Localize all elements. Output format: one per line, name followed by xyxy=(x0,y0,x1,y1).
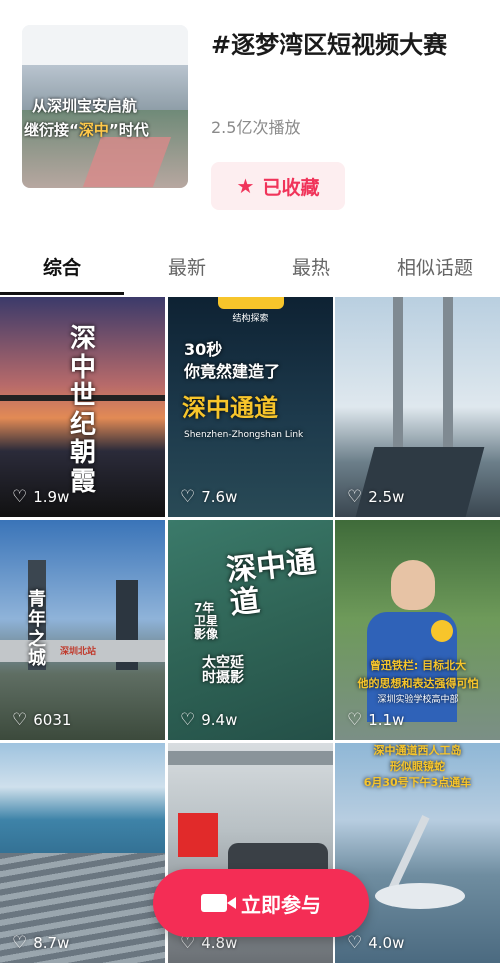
video-overlay-text: 太空延时摄影 xyxy=(202,655,244,687)
like-count-value: 8.7w xyxy=(33,934,70,952)
channel-badge xyxy=(218,297,284,309)
topic-title: #逐梦湾区短视频大赛 xyxy=(211,31,448,59)
like-count: ♡ 1.9w xyxy=(12,487,69,507)
elevated-road xyxy=(168,751,333,765)
microphone xyxy=(431,620,453,642)
heart-icon: ♡ xyxy=(347,933,363,953)
like-count: ♡ 8.7w xyxy=(12,933,69,953)
like-count: ♡ 6031 xyxy=(12,710,71,730)
favorite-label: 已收藏 xyxy=(262,176,320,199)
tab-comprehensive[interactable]: 综合 xyxy=(43,253,81,280)
star-icon: ★ xyxy=(236,174,255,198)
video-overlay-text: 青年之城 xyxy=(28,589,46,670)
heart-icon: ♡ xyxy=(347,487,363,507)
like-count-value: 7.6w xyxy=(201,488,238,506)
heart-icon: ♡ xyxy=(12,487,28,507)
topic-cover-image[interactable]: 从深圳宝安启航 继衍接“深中”时代 xyxy=(22,25,188,188)
video-overlay-title: 深中通道 xyxy=(182,394,278,422)
like-count: ♡ 7.6w xyxy=(180,487,237,507)
video-overlay-text: 7年卫星影像 xyxy=(194,601,219,642)
favorite-button[interactable]: ★ 已收藏 xyxy=(211,162,345,210)
topic-header: 从深圳宝安启航 继衍接“深中”时代 #逐梦湾区短视频大赛 2.5亿次播放 ★ 已… xyxy=(0,0,500,240)
like-count: ♡ 2.5w xyxy=(347,487,404,507)
badge-subtitle: 结构探索 xyxy=(232,314,269,324)
tab-latest[interactable]: 最新 xyxy=(168,253,206,280)
video-overlay-subtitle: Shenzhen-Zhongshan Link xyxy=(184,430,304,440)
cover-caption-line2: 继衍接“深中”时代 xyxy=(24,119,149,140)
like-count-value: 4.0w xyxy=(368,934,405,952)
play-count: 2.5亿次播放 xyxy=(211,118,301,137)
active-tab-indicator xyxy=(0,292,124,295)
like-count-value: 1.1w xyxy=(368,711,405,729)
video-tile[interactable]: 深中通道西人工岛 形似眼镜蛇 6月30号下午3点通车 ♡ 4.0w xyxy=(335,743,500,963)
video-tile[interactable]: 深圳北站 青年之城 ♡ 6031 xyxy=(0,520,165,740)
heart-icon: ♡ xyxy=(347,710,363,730)
video-overlay-text: 30秒 xyxy=(184,340,223,359)
heart-icon: ♡ xyxy=(180,710,196,730)
caption-line: 他的思想和表达强得可怕 xyxy=(357,677,479,690)
cover-caption-line1: 从深圳宝安启航 xyxy=(32,97,138,115)
video-camera-icon xyxy=(201,894,236,912)
heart-icon: ♡ xyxy=(12,710,28,730)
tab-hottest[interactable]: 最热 xyxy=(292,253,330,280)
cover-caption-part: 继衍接“ xyxy=(24,121,79,139)
video-overlay-title: 深中通道 xyxy=(224,544,318,622)
like-count: ♡ 4.0w xyxy=(347,933,404,953)
caption-line: 曾迅铁栏: 目标北大 xyxy=(369,659,467,672)
heart-icon: ♡ xyxy=(180,487,196,507)
heart-icon: ♡ xyxy=(12,933,28,953)
tab-bar: 综合 最新 最热 相似话题 xyxy=(0,243,500,295)
video-tile[interactable]: 结构探索 30秒 你竟然建造了 深中通道 Shenzhen-Zhongshan … xyxy=(168,297,333,517)
join-button-label: 立即参与 xyxy=(241,892,321,917)
like-count-value: 1.9w xyxy=(33,488,70,506)
cover-caption-part: ”时代 xyxy=(108,121,149,139)
video-overlay-text: 你竟然建造了 xyxy=(184,362,281,381)
like-count-value: 9.4w xyxy=(201,711,238,729)
caption-line: 6月30号下午3点通车 xyxy=(363,776,472,789)
like-count: ♡ 1.1w xyxy=(347,710,404,730)
flag xyxy=(178,813,218,857)
station-sign: 深圳北站 xyxy=(60,647,97,657)
person-face xyxy=(391,560,435,610)
video-overlay-text: 深中世纪朝霞 xyxy=(70,324,97,497)
video-tile[interactable]: ♡ 8.7w xyxy=(0,743,165,963)
sea-tunnel-road xyxy=(388,815,430,891)
like-count-value: 2.5w xyxy=(368,488,405,506)
artificial-island xyxy=(375,883,465,909)
caption-line: 形似眼镜蛇 xyxy=(390,760,445,773)
cover-caption-highlight: 深中 xyxy=(78,121,109,139)
caption-line: 深圳实验学校高中部 xyxy=(377,695,459,705)
like-count: ♡ 9.4w xyxy=(180,710,237,730)
video-tile[interactable]: 曾迅铁栏: 目标北大 他的思想和表达强得可怕 深圳实验学校高中部 ♡ 1.1w xyxy=(335,520,500,740)
caption-line: 深中通道西人工岛 xyxy=(373,744,462,757)
tab-similar-topics[interactable]: 相似话题 xyxy=(397,253,473,280)
video-tile[interactable]: ♡ 2.5w xyxy=(335,297,500,517)
join-button[interactable]: 立即参与 xyxy=(153,869,369,937)
video-tile[interactable]: 深中世纪朝霞 ♡ 1.9w xyxy=(0,297,165,517)
video-tile[interactable]: 深中通道 7年卫星影像 太空延时摄影 ♡ 9.4w xyxy=(168,520,333,740)
like-count-value: 6031 xyxy=(33,711,72,729)
